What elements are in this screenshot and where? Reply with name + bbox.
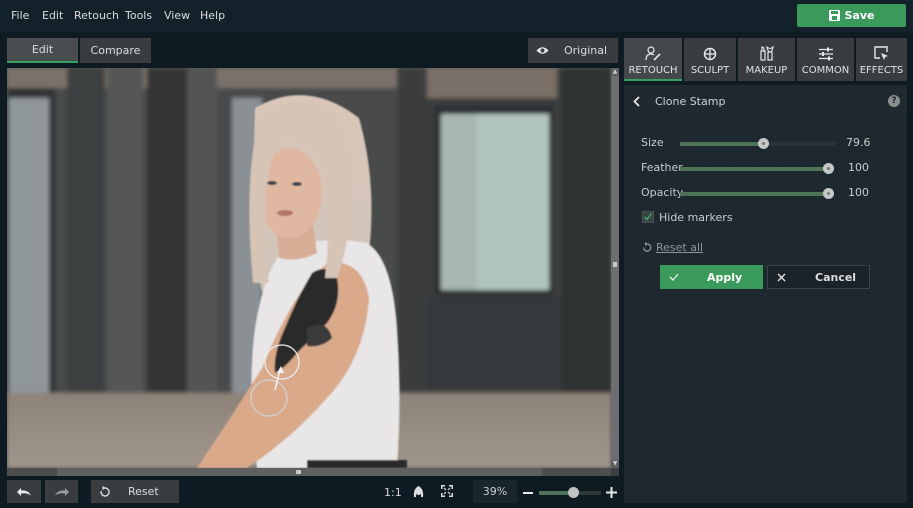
apply-label: Apply [707, 270, 743, 284]
sliders-icon [818, 47, 833, 61]
feather-value[interactable]: 100 [848, 161, 869, 174]
tab-sculpt[interactable]: SCULPT [684, 38, 736, 81]
tab-sculpt-label: SCULPT [690, 65, 730, 76]
tool-panel-header: Clone Stamp ? [624, 85, 907, 117]
actual-size-button[interactable]: 1:1 [384, 486, 402, 499]
tool-title: Clone Stamp [655, 95, 726, 108]
menu-retouch[interactable]: Retouch [74, 9, 119, 22]
apply-button[interactable]: Apply [660, 265, 763, 289]
reset-icon [100, 485, 110, 497]
size-slider[interactable] [680, 138, 836, 149]
tab-effects[interactable]: EFFECTS [856, 38, 907, 81]
grip-icon [296, 470, 301, 474]
edit-view-label: Edit [31, 43, 54, 56]
undo-icon [17, 487, 31, 496]
checkmark-icon [643, 213, 653, 221]
cancel-button[interactable]: Cancel [767, 265, 870, 289]
tool-panel: Clone Stamp ? Size 79.6 Feather 100 Opac… [624, 85, 907, 503]
menu-edit[interactable]: Edit [42, 9, 63, 22]
original-label: Original [564, 44, 608, 57]
zoom-slider-handle[interactable] [568, 487, 580, 498]
close-icon [777, 273, 786, 281]
back-chevron-icon[interactable] [633, 96, 640, 107]
horizontal-scrollbar[interactable] [7, 468, 611, 476]
reset-button[interactable]: Reset [91, 480, 179, 503]
tab-retouch-label: RETOUCH [628, 65, 678, 76]
compare-button[interactable]: Compare [80, 38, 151, 63]
photo-canvas[interactable] [7, 68, 611, 468]
size-value[interactable]: 79.6 [846, 136, 871, 149]
opacity-slider-handle[interactable] [823, 188, 834, 199]
feather-slider[interactable] [680, 163, 834, 174]
vertical-scrollbar[interactable]: ▲ ▼ [611, 68, 619, 468]
tab-retouch[interactable]: RETOUCH [624, 38, 682, 81]
opacity-label: Opacity [641, 186, 684, 199]
sculpt-icon [703, 47, 717, 61]
compare-label: Compare [90, 44, 141, 57]
menu-file[interactable]: File [11, 9, 29, 22]
zoom-level[interactable]: 39% [473, 480, 517, 503]
save-label: Save [844, 9, 875, 22]
edit-view-button[interactable]: Edit [7, 38, 78, 63]
zoom-in-icon[interactable] [606, 487, 617, 498]
hide-markers-label[interactable]: Hide markers [659, 211, 733, 224]
tab-common-label: COMMON [801, 65, 850, 76]
vertical-scroll-thumb[interactable] [611, 76, 619, 460]
grip-icon [613, 262, 617, 267]
zoom-slider[interactable] [539, 487, 601, 498]
save-button[interactable]: Save [797, 4, 906, 27]
eye-icon [536, 47, 549, 54]
feather-slider-fill [680, 167, 828, 171]
size-slider-fill [680, 142, 763, 146]
feather-slider-handle[interactable] [823, 163, 834, 174]
hide-markers-checkbox[interactable] [642, 211, 654, 223]
size-slider-handle[interactable] [757, 138, 769, 149]
photo [7, 68, 611, 468]
tab-effects-label: EFFECTS [859, 65, 904, 76]
tab-common[interactable]: COMMON [797, 38, 854, 81]
opacity-slider-fill [680, 192, 828, 196]
menu-view[interactable]: View [164, 9, 190, 22]
tab-makeup-label: MAKEUP [745, 65, 788, 76]
reset-label: Reset [128, 485, 159, 498]
size-label: Size [641, 136, 664, 149]
fullscreen-icon[interactable] [441, 485, 453, 497]
opacity-value[interactable]: 100 [848, 186, 869, 199]
reset-all-link[interactable]: Reset all [656, 241, 703, 254]
help-icon[interactable]: ? [888, 95, 900, 107]
scroll-down-icon[interactable]: ▼ [612, 461, 618, 467]
cancel-label: Cancel [815, 270, 857, 284]
feather-label: Feather [641, 161, 683, 174]
makeup-icon [759, 46, 774, 61]
effects-icon [874, 46, 888, 60]
fit-person-icon[interactable] [413, 485, 424, 497]
zoom-out-icon[interactable] [523, 492, 533, 494]
save-icon [828, 10, 840, 21]
menu-help[interactable]: Help [200, 9, 225, 22]
check-icon [669, 273, 679, 281]
redo-button[interactable] [45, 480, 78, 503]
tab-makeup[interactable]: MAKEUP [738, 38, 795, 81]
opacity-slider[interactable] [680, 188, 834, 199]
reset-all-icon[interactable] [642, 242, 652, 253]
scroll-corner [611, 468, 619, 476]
undo-button[interactable] [7, 480, 41, 503]
redo-icon [54, 487, 69, 496]
scroll-up-icon[interactable]: ▲ [612, 69, 618, 75]
menu-tools[interactable]: Tools [125, 9, 152, 22]
menu-bar: File Edit Retouch Tools View Help Save [0, 0, 913, 32]
original-button[interactable]: Original [528, 38, 618, 63]
retouch-icon [645, 46, 661, 61]
